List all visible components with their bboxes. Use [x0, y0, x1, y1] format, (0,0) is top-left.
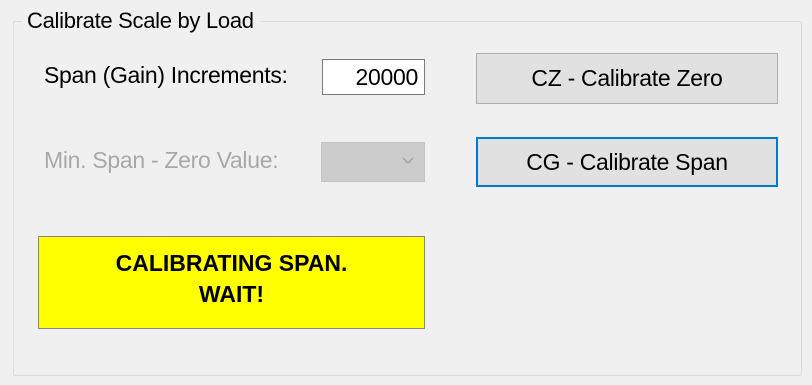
span-gain-input[interactable]	[322, 59, 425, 95]
calibrate-span-button[interactable]: CG - Calibrate Span	[476, 137, 778, 187]
calibration-status-panel: CALIBRATING SPAN. WAIT!	[38, 236, 425, 329]
span-gain-label: Span (Gain) Increments:	[44, 62, 288, 88]
calibrate-zero-button[interactable]: CZ - Calibrate Zero	[476, 53, 778, 104]
chevron-down-icon	[402, 157, 414, 164]
status-line-1: CALIBRATING SPAN.	[115, 250, 348, 276]
groupbox-title: Calibrate Scale by Load	[22, 7, 260, 35]
min-span-combobox[interactable]	[321, 142, 425, 182]
status-line-2: WAIT!	[198, 281, 265, 307]
calibrate-panel: Calibrate Scale by Load Span (Gain) Incr…	[0, 0, 812, 385]
min-span-label: Min. Span - Zero Value:	[44, 147, 279, 173]
